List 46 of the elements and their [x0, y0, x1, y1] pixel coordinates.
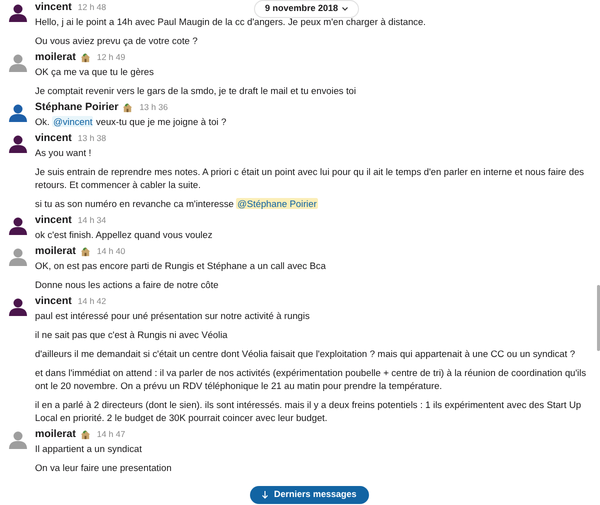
jump-to-latest-button[interactable]: Derniers messages [250, 486, 369, 504]
message-text: ok c'est finish. Appellez quand vous voulez [35, 228, 212, 241]
message-text: As you want ! [35, 146, 92, 159]
author-name[interactable]: vincent [35, 214, 72, 227]
message-text: OK ça me va que tu le gères [35, 65, 155, 78]
message-time[interactable]: 14 h 42 [78, 295, 106, 308]
author-name[interactable]: vincent [35, 1, 72, 14]
message-text: et dans l'immédiat on attend : il va parler de nos activités (expérimentation poubelle + centre de tri) à la réunion de coordination qu'ils ont le 20 novembre. On a prévu un RDV téléphonique le 21 au matin pour prendre la température. [35, 366, 588, 392]
message-text: il ne sait pas que c'est à Rungis ni avec Véolia [35, 328, 229, 341]
avatar-icon[interactable] [8, 103, 28, 123]
message-time[interactable]: 13 h 36 [139, 101, 168, 114]
message-text: Ok. @vincent veux-tu que je me joigne à toi ? [35, 115, 226, 128]
message-text: d'ailleurs il me demandait si c'était un centre dont Véolia faisait que l'exploitation ? mais qui appartenait à une CC ou un syndicat ? [35, 347, 576, 360]
message-text: On va leur faire une presentation [35, 461, 172, 474]
avatar-icon[interactable] [8, 134, 28, 154]
message-text: OK, on est pas encore parti de Rungis et Stéphane a un call avec Bca [35, 259, 326, 272]
message-time[interactable]: 14 h 47 [96, 428, 126, 441]
author-name[interactable]: Stéphane Poirier [35, 101, 118, 114]
message-time[interactable]: 14 h 34 [78, 214, 106, 227]
chevron-down-icon [342, 7, 348, 11]
avatar-icon[interactable] [8, 3, 28, 23]
author-name[interactable]: moilerat [35, 51, 76, 64]
message-text: Il appartient a un syndicat [35, 442, 143, 455]
message-text: Je suis entrain de reprendre mes notes. A priori c était un point avec lui pour qu il ait le temps d'en parler en interne et nous faire des retours. Et commencer à cabler la suite. [35, 165, 585, 191]
message-text: si tu as son numéro en revanche ca m'interesse @Stéphane Poirier [35, 197, 319, 210]
author-name[interactable]: moilerat [35, 428, 76, 441]
scrollbar[interactable] [597, 285, 600, 351]
message-text: Ou vous aviez prevu ça de votre cote ? [35, 34, 199, 47]
mention-link[interactable]: @vincent [52, 116, 94, 127]
message-time[interactable]: 12 h 49 [96, 51, 126, 64]
message-time[interactable]: 14 h 40 [96, 245, 126, 258]
message-text: Hello, j ai le point a 14h avec Paul Maugin de la cc d'angers. Je peux m'en charger à distance. [35, 15, 426, 28]
message-text: paul est intéressé pour uné présentation sur notre activité à rungis [35, 309, 311, 322]
author-name[interactable]: vincent [35, 132, 72, 145]
date-divider-button[interactable]: 9 novembre 2018 [254, 0, 360, 18]
message-text: Je comptait revenir vers le gars de la smdo, je te draft le mail et tu envoies toi [35, 84, 356, 97]
avatar-icon[interactable] [8, 216, 28, 236]
message-time[interactable]: 12 h 48 [78, 1, 106, 14]
avatar-icon[interactable] [8, 297, 28, 317]
message-text: Donne nous les actions a faire de notre côte [35, 278, 220, 291]
author-name[interactable]: moilerat [35, 245, 76, 258]
arrow-down-icon [262, 491, 268, 499]
mention-link[interactable]: @Stéphane Poirier [236, 198, 318, 209]
message-text: il en a parlé à 2 directeurs (dont le sien). ils sont intéressés. mais il y a deux freins potentiels : 1 ils expérimentent avec des Start Up Local en priorité. 2 le budget de 30K pourrait coincer avec leur budget. [35, 398, 582, 424]
message-time[interactable]: 13 h 38 [78, 132, 106, 145]
author-name[interactable]: vincent [35, 295, 72, 308]
